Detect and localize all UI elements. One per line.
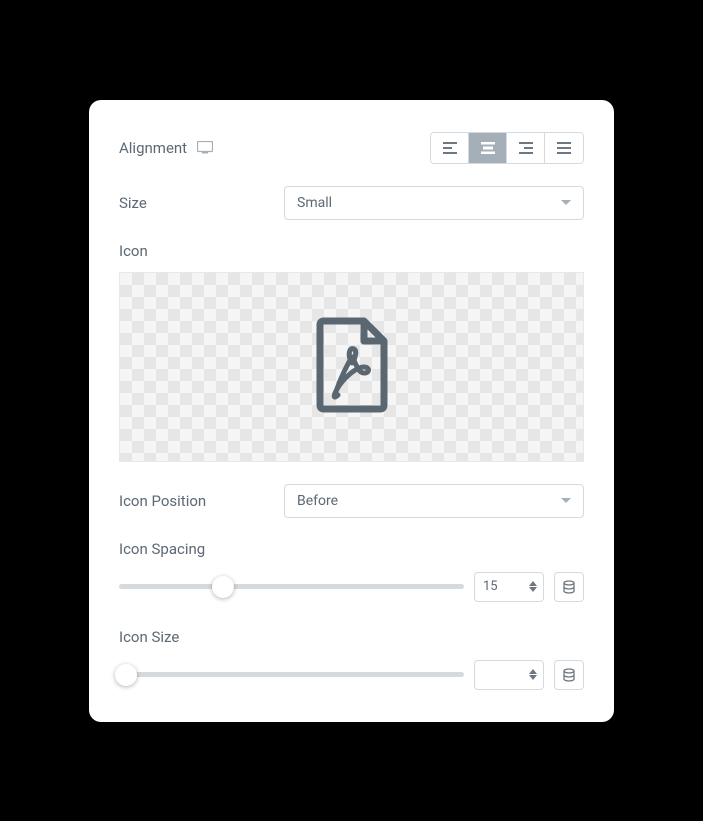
slider-thumb[interactable]: [115, 664, 137, 686]
alignment-label-text: Alignment: [119, 139, 187, 157]
align-right-button[interactable]: [507, 133, 545, 163]
size-row: Size Small: [119, 186, 584, 220]
icon-label: Icon: [119, 242, 584, 260]
slider-thumb[interactable]: [212, 576, 234, 598]
size-select-value: Small: [297, 195, 332, 211]
database-icon: [562, 580, 576, 594]
icon-position-select[interactable]: Before: [284, 484, 584, 518]
align-right-icon: [519, 142, 533, 154]
icon-size-label: Icon Size: [119, 628, 584, 646]
align-left-icon: [443, 142, 457, 154]
align-center-button[interactable]: [469, 133, 507, 163]
icon-preview[interactable]: [119, 272, 584, 462]
align-justify-icon: [557, 142, 571, 154]
pdf-file-icon: [312, 317, 392, 417]
size-select[interactable]: Small: [284, 186, 584, 220]
chevron-down-icon: [561, 498, 571, 503]
icon-size-slider[interactable]: [119, 665, 464, 685]
align-justify-button[interactable]: [545, 133, 583, 163]
icon-spacing-label: Icon Spacing: [119, 540, 584, 558]
icon-size-section: Icon Size: [119, 628, 584, 690]
align-left-button[interactable]: [431, 133, 469, 163]
icon-spacing-value: 15: [483, 579, 529, 594]
stepper-down-icon: [529, 675, 537, 680]
size-label: Size: [119, 194, 147, 212]
style-panel: Alignment Size Small: [89, 100, 614, 722]
slider-track: [119, 584, 464, 589]
stepper-up-icon: [529, 669, 537, 674]
align-center-icon: [481, 142, 495, 154]
icon-size-reset-button[interactable]: [554, 660, 584, 690]
icon-size-input[interactable]: [474, 660, 544, 690]
alignment-button-group: [430, 132, 584, 164]
database-icon: [562, 668, 576, 682]
icon-spacing-input[interactable]: 15: [474, 572, 544, 602]
number-stepper[interactable]: [529, 581, 537, 592]
icon-position-row: Icon Position Before: [119, 484, 584, 518]
icon-position-label: Icon Position: [119, 492, 206, 510]
slider-track: [119, 672, 464, 677]
stepper-up-icon: [529, 581, 537, 586]
chevron-down-icon: [561, 200, 571, 205]
icon-spacing-section: Icon Spacing 15: [119, 540, 584, 602]
number-stepper[interactable]: [529, 669, 537, 680]
responsive-desktop-icon[interactable]: [197, 141, 213, 154]
stepper-down-icon: [529, 587, 537, 592]
icon-position-value: Before: [297, 493, 338, 509]
icon-section: Icon: [119, 242, 584, 462]
alignment-row: Alignment: [119, 132, 584, 164]
icon-spacing-reset-button[interactable]: [554, 572, 584, 602]
icon-spacing-slider[interactable]: [119, 577, 464, 597]
alignment-label: Alignment: [119, 139, 213, 157]
